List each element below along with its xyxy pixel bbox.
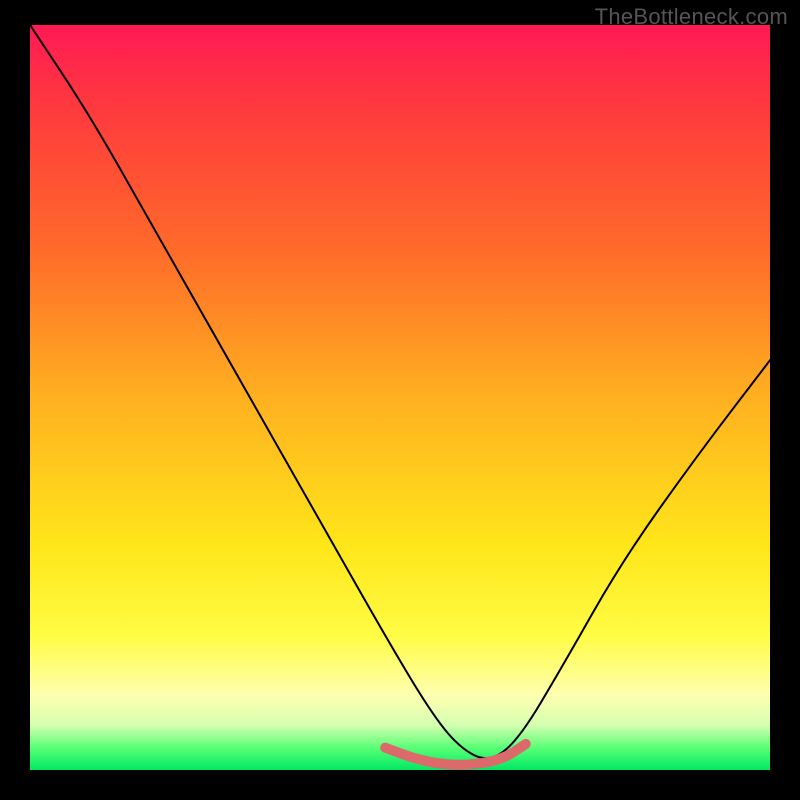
curves-svg <box>30 25 770 770</box>
watermark-text: TheBottleneck.com <box>595 4 788 30</box>
plot-area <box>30 25 770 770</box>
optimal-range-curve <box>385 744 526 765</box>
chart-frame: TheBottleneck.com <box>0 0 800 800</box>
bottleneck-curve <box>30 25 770 758</box>
